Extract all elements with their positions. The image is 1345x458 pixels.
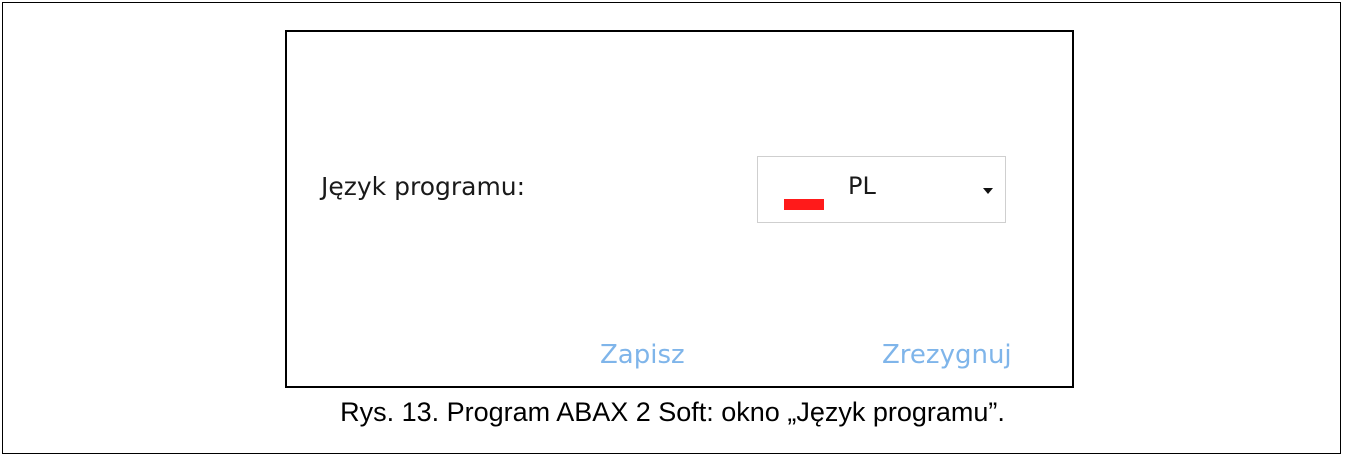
language-selected-value: PL — [848, 172, 876, 200]
language-dropdown[interactable]: PL — [757, 156, 1006, 223]
poland-flag-icon — [784, 199, 824, 210]
language-dialog: Język programu: PL Zapisz Zrezygnuj — [285, 30, 1074, 388]
figure-caption: Rys. 13. Program ABAX 2 Soft: okno „Języ… — [340, 397, 1005, 427]
save-button[interactable]: Zapisz — [600, 340, 685, 370]
chevron-down-icon[interactable] — [983, 188, 993, 194]
cancel-button[interactable]: Zrezygnuj — [882, 340, 1012, 370]
language-label: Język programu: — [321, 172, 526, 201]
